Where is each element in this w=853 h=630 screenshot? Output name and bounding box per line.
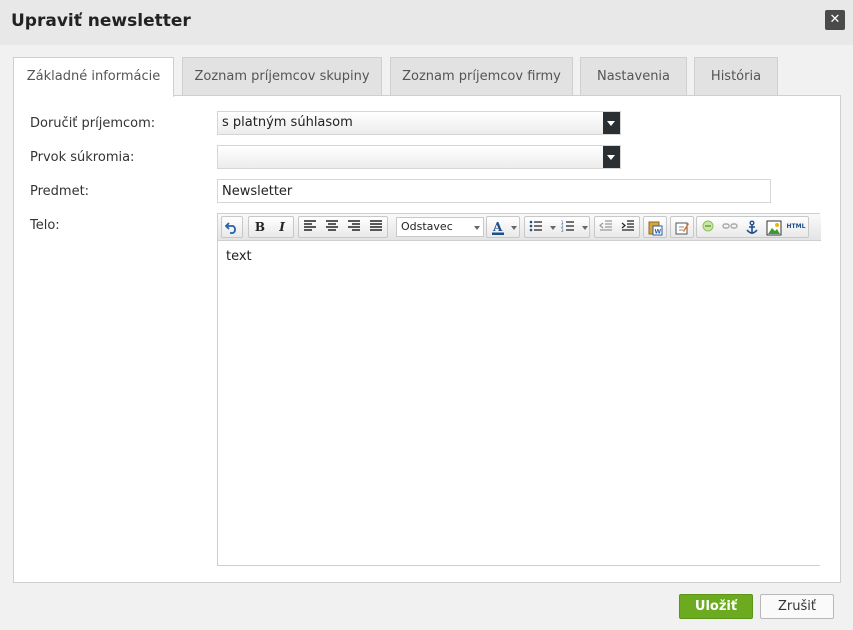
chevron-down-icon[interactable] [582, 226, 588, 230]
subject-label: Predmet: [30, 184, 90, 199]
save-button[interactable]: Uložiť [679, 594, 753, 619]
body-label: Telo: [30, 218, 60, 233]
html-source-icon[interactable]: HTML [785, 218, 807, 236]
format-select[interactable]: Odstavec [396, 217, 484, 237]
editor-toolbar: B I Odstavec A 123 W HTML [218, 214, 821, 241]
chevron-down-icon[interactable] [603, 146, 620, 168]
image-icon[interactable] [764, 218, 784, 236]
undo-icon[interactable] [222, 218, 242, 236]
align-justify-icon[interactable] [366, 218, 386, 236]
font-color-icon[interactable]: A [488, 218, 508, 236]
dialog-title: Upraviť newsletter [11, 11, 191, 31]
chevron-down-icon[interactable] [511, 226, 517, 230]
chevron-down-icon[interactable] [550, 226, 556, 230]
link-icon[interactable] [698, 218, 718, 236]
paste-word-icon[interactable]: W [645, 218, 665, 236]
edit-icon[interactable] [672, 218, 692, 236]
privacy-label: Prvok súkromia: [30, 150, 135, 165]
tab-company-recipients[interactable]: Zoznam príjemcov firmy [390, 57, 573, 96]
unlink-icon[interactable] [720, 218, 740, 236]
close-icon: ✕ [829, 12, 841, 27]
bullet-list-icon[interactable] [526, 218, 546, 236]
tab-history[interactable]: História [694, 57, 778, 96]
bold-icon[interactable]: B [250, 218, 270, 236]
chevron-down-icon [474, 226, 480, 230]
recipients-select[interactable]: s platným súhlasom [217, 111, 621, 135]
align-right-icon[interactable] [344, 218, 364, 236]
close-button[interactable]: ✕ [825, 10, 845, 30]
indent-icon[interactable] [618, 218, 638, 236]
anchor-icon[interactable] [742, 218, 762, 236]
privacy-select[interactable] [217, 145, 621, 169]
format-select-value: Odstavec [401, 220, 453, 233]
recipients-select-value: s platným súhlasom [222, 115, 353, 130]
align-left-icon[interactable] [300, 218, 320, 236]
svg-text:3: 3 [561, 228, 564, 232]
tab-basic-info[interactable]: Základné informácie [13, 57, 174, 97]
editor-content[interactable]: text [226, 249, 252, 264]
outdent-icon[interactable] [596, 218, 616, 236]
numbered-list-icon[interactable]: 123 [558, 218, 578, 236]
rich-text-editor[interactable]: B I Odstavec A 123 W HTML text [217, 213, 821, 566]
chevron-down-icon[interactable] [603, 112, 620, 134]
dialog-titlebar: Upraviť newsletter ✕ [0, 0, 853, 45]
tab-group-recipients[interactable]: Zoznam príjemcov skupiny [182, 57, 382, 96]
svg-text:A: A [492, 220, 503, 234]
recipients-label: Doručiť príjemcom: [30, 116, 156, 131]
svg-text:W: W [655, 229, 662, 236]
italic-icon[interactable]: I [272, 218, 292, 236]
cancel-button[interactable]: Zrušiť [760, 594, 834, 619]
subject-input[interactable] [217, 179, 771, 203]
tab-settings[interactable]: Nastavenia [580, 57, 687, 96]
align-center-icon[interactable] [322, 218, 342, 236]
